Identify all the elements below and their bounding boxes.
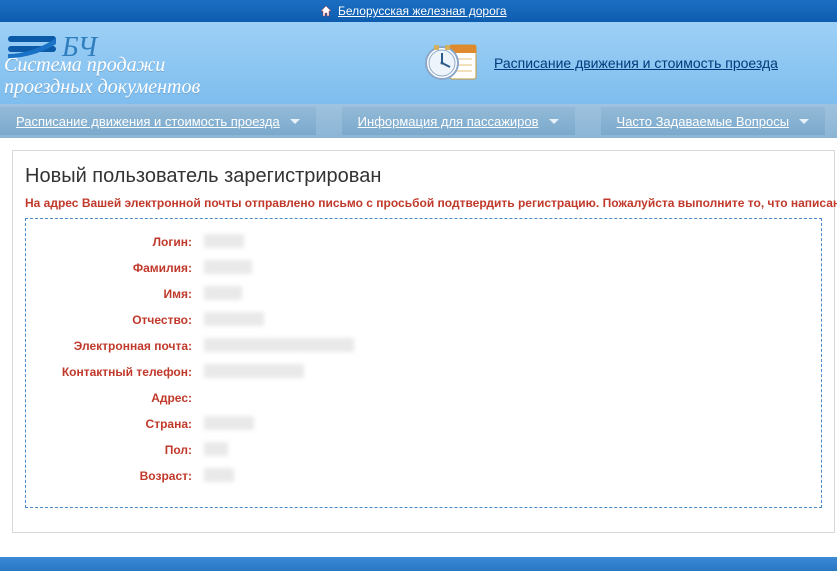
value-login — [204, 234, 244, 251]
site-title: Система продажи проездных документов — [4, 54, 200, 98]
nav-item-passenger-info[interactable]: Информация для пассажиров — [342, 107, 575, 135]
row-login: Логин: — [36, 229, 811, 255]
value-phone — [204, 364, 304, 381]
top-home-link[interactable]: Белорусская железная дорога — [338, 4, 507, 18]
header: БЧ Система продажи проездных документов — [0, 22, 837, 104]
nav-item-label: Информация для пассажиров — [358, 114, 539, 129]
home-icon — [320, 5, 332, 17]
label-login: Логин: — [36, 235, 196, 249]
label-firstname: Имя: — [36, 287, 196, 301]
confirmation-notice: На адрес Вашей электронной почты отправл… — [25, 196, 822, 210]
nav-item-label: Часто Задаваемые Вопросы — [617, 114, 790, 129]
chevron-down-icon — [549, 119, 559, 124]
value-sex — [204, 442, 228, 459]
label-phone: Контактный телефон: — [36, 365, 196, 379]
nav-item-label: Расписание движения и стоимость проезда — [16, 114, 280, 129]
row-country: Страна: — [36, 411, 811, 437]
label-lastname: Фамилия: — [36, 261, 196, 275]
value-age — [204, 468, 234, 485]
clock-calendar-icon — [424, 41, 480, 85]
value-email — [204, 338, 354, 355]
main-nav: Расписание движения и стоимость проезда … — [0, 104, 837, 138]
row-lastname: Фамилия: — [36, 255, 811, 281]
nav-item-faq[interactable]: Часто Задаваемые Вопросы — [601, 107, 826, 135]
label-sex: Пол: — [36, 443, 196, 457]
value-patronymic — [204, 312, 264, 329]
label-address: Адрес: — [36, 391, 196, 405]
value-firstname — [204, 286, 242, 303]
header-schedule-link[interactable]: Расписание движения и стоимость проезда — [494, 55, 778, 71]
chevron-down-icon — [290, 119, 300, 124]
chevron-down-icon — [799, 119, 809, 124]
value-country — [204, 416, 254, 433]
row-sex: Пол: — [36, 437, 811, 463]
row-email: Электронная почта: — [36, 333, 811, 359]
row-firstname: Имя: — [36, 281, 811, 307]
row-age: Возраст: — [36, 463, 811, 489]
nav-item-schedule[interactable]: Расписание движения и стоимость проезда — [0, 107, 316, 135]
value-lastname — [204, 260, 252, 277]
content-panel: Новый пользователь зарегистрирован На ад… — [12, 150, 835, 533]
page-title: Новый пользователь зарегистрирован — [25, 165, 822, 188]
row-phone: Контактный телефон: — [36, 359, 811, 385]
label-patronymic: Отчество: — [36, 313, 196, 327]
label-country: Страна: — [36, 417, 196, 431]
footer-bar — [0, 557, 837, 571]
row-address: Адрес: — [36, 385, 811, 411]
row-patronymic: Отчество: — [36, 307, 811, 333]
label-age: Возраст: — [36, 469, 196, 483]
header-schedule-block: Расписание движения и стоимость проезда — [424, 41, 778, 85]
user-details-box: Логин: Фамилия: Имя: Отчество: Электронн… — [25, 218, 822, 508]
label-email: Электронная почта: — [36, 339, 196, 353]
topbar: Белорусская железная дорога — [0, 0, 837, 22]
